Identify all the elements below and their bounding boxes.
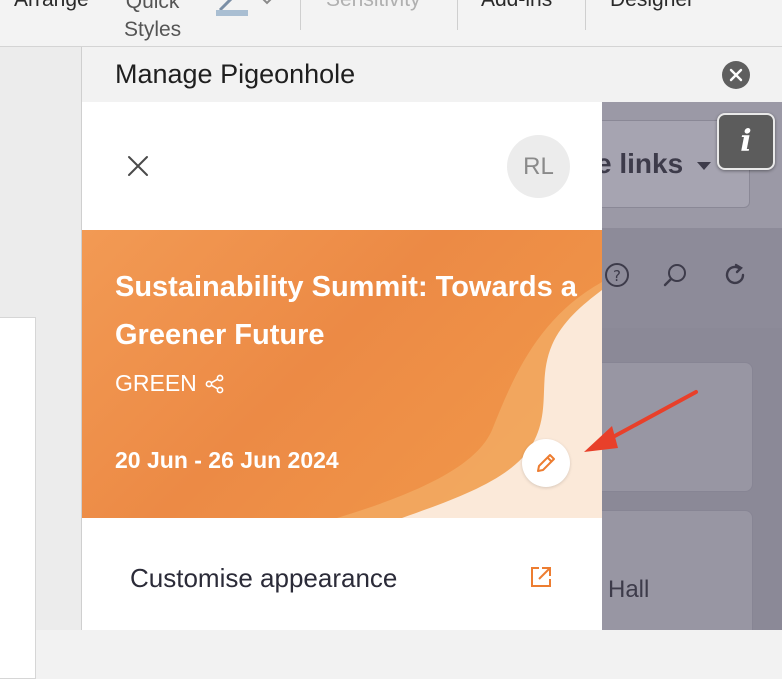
pane-title: Manage Pigeonhole xyxy=(115,59,356,89)
ribbon-divider xyxy=(457,0,458,30)
ribbon-divider xyxy=(585,0,586,30)
event-dates: 20 Jun - 26 Jun 2024 xyxy=(115,447,339,473)
ribbon-quick-styles-line1: Quick xyxy=(125,0,180,13)
background-links-label: e links xyxy=(602,148,684,179)
pane-header: Manage Pigeonhole xyxy=(82,47,782,102)
pen-color-icon[interactable] xyxy=(214,0,248,25)
ribbon-designer[interactable]: Designer xyxy=(610,0,694,12)
avatar[interactable]: RL xyxy=(507,135,570,198)
event-title: Sustainability Summit: Towards a Greener… xyxy=(115,271,577,351)
event-tag-label: GREEN xyxy=(115,370,197,396)
info-icon: i xyxy=(740,124,752,159)
ribbon-arrange[interactable]: Arrange xyxy=(14,0,89,12)
ribbon-quick-styles[interactable]: Quick Styles xyxy=(124,0,181,44)
svg-text:?: ? xyxy=(613,267,621,285)
pane-close-button[interactable] xyxy=(722,61,750,89)
info-button[interactable]: i xyxy=(717,113,775,170)
chevron-down-icon[interactable] xyxy=(260,0,274,15)
caret-down-icon xyxy=(697,162,711,170)
external-link-icon[interactable] xyxy=(529,565,553,589)
event-tag[interactable]: GREEN xyxy=(115,370,225,397)
ribbon-divider xyxy=(300,0,301,30)
background-hall-label: Hall xyxy=(608,576,650,603)
event-banner: Sustainability Summit: Towards a Greener… xyxy=(82,230,602,518)
document-page[interactable] xyxy=(0,317,36,679)
customise-appearance-row[interactable]: Customise appearance xyxy=(82,518,602,630)
background-app-overlay: e links ? Hall xyxy=(602,102,782,630)
document-area xyxy=(0,47,82,679)
refresh-icon xyxy=(725,263,745,285)
share-icon[interactable] xyxy=(205,374,225,394)
customise-appearance-label: Customise appearance xyxy=(130,563,398,593)
pencil-icon xyxy=(537,454,555,472)
close-icon[interactable] xyxy=(124,152,152,180)
ribbon-quick-styles-line2: Styles xyxy=(124,18,182,41)
close-icon xyxy=(729,68,743,82)
event-panel: RL Sustainability Summit: Towards a Gree… xyxy=(82,102,602,630)
annotation-arrow xyxy=(584,390,698,452)
ribbon-sensitivity[interactable]: Sensitivity xyxy=(326,0,421,12)
background-card xyxy=(602,510,753,630)
edit-event-button[interactable] xyxy=(522,439,570,487)
ribbon: Arrange Quick Styles Sensitivity Add-ins… xyxy=(0,0,782,47)
ribbon-add-ins[interactable]: Add-ins xyxy=(481,0,552,12)
help-icon: ? xyxy=(605,263,629,287)
search-icon xyxy=(663,264,686,287)
